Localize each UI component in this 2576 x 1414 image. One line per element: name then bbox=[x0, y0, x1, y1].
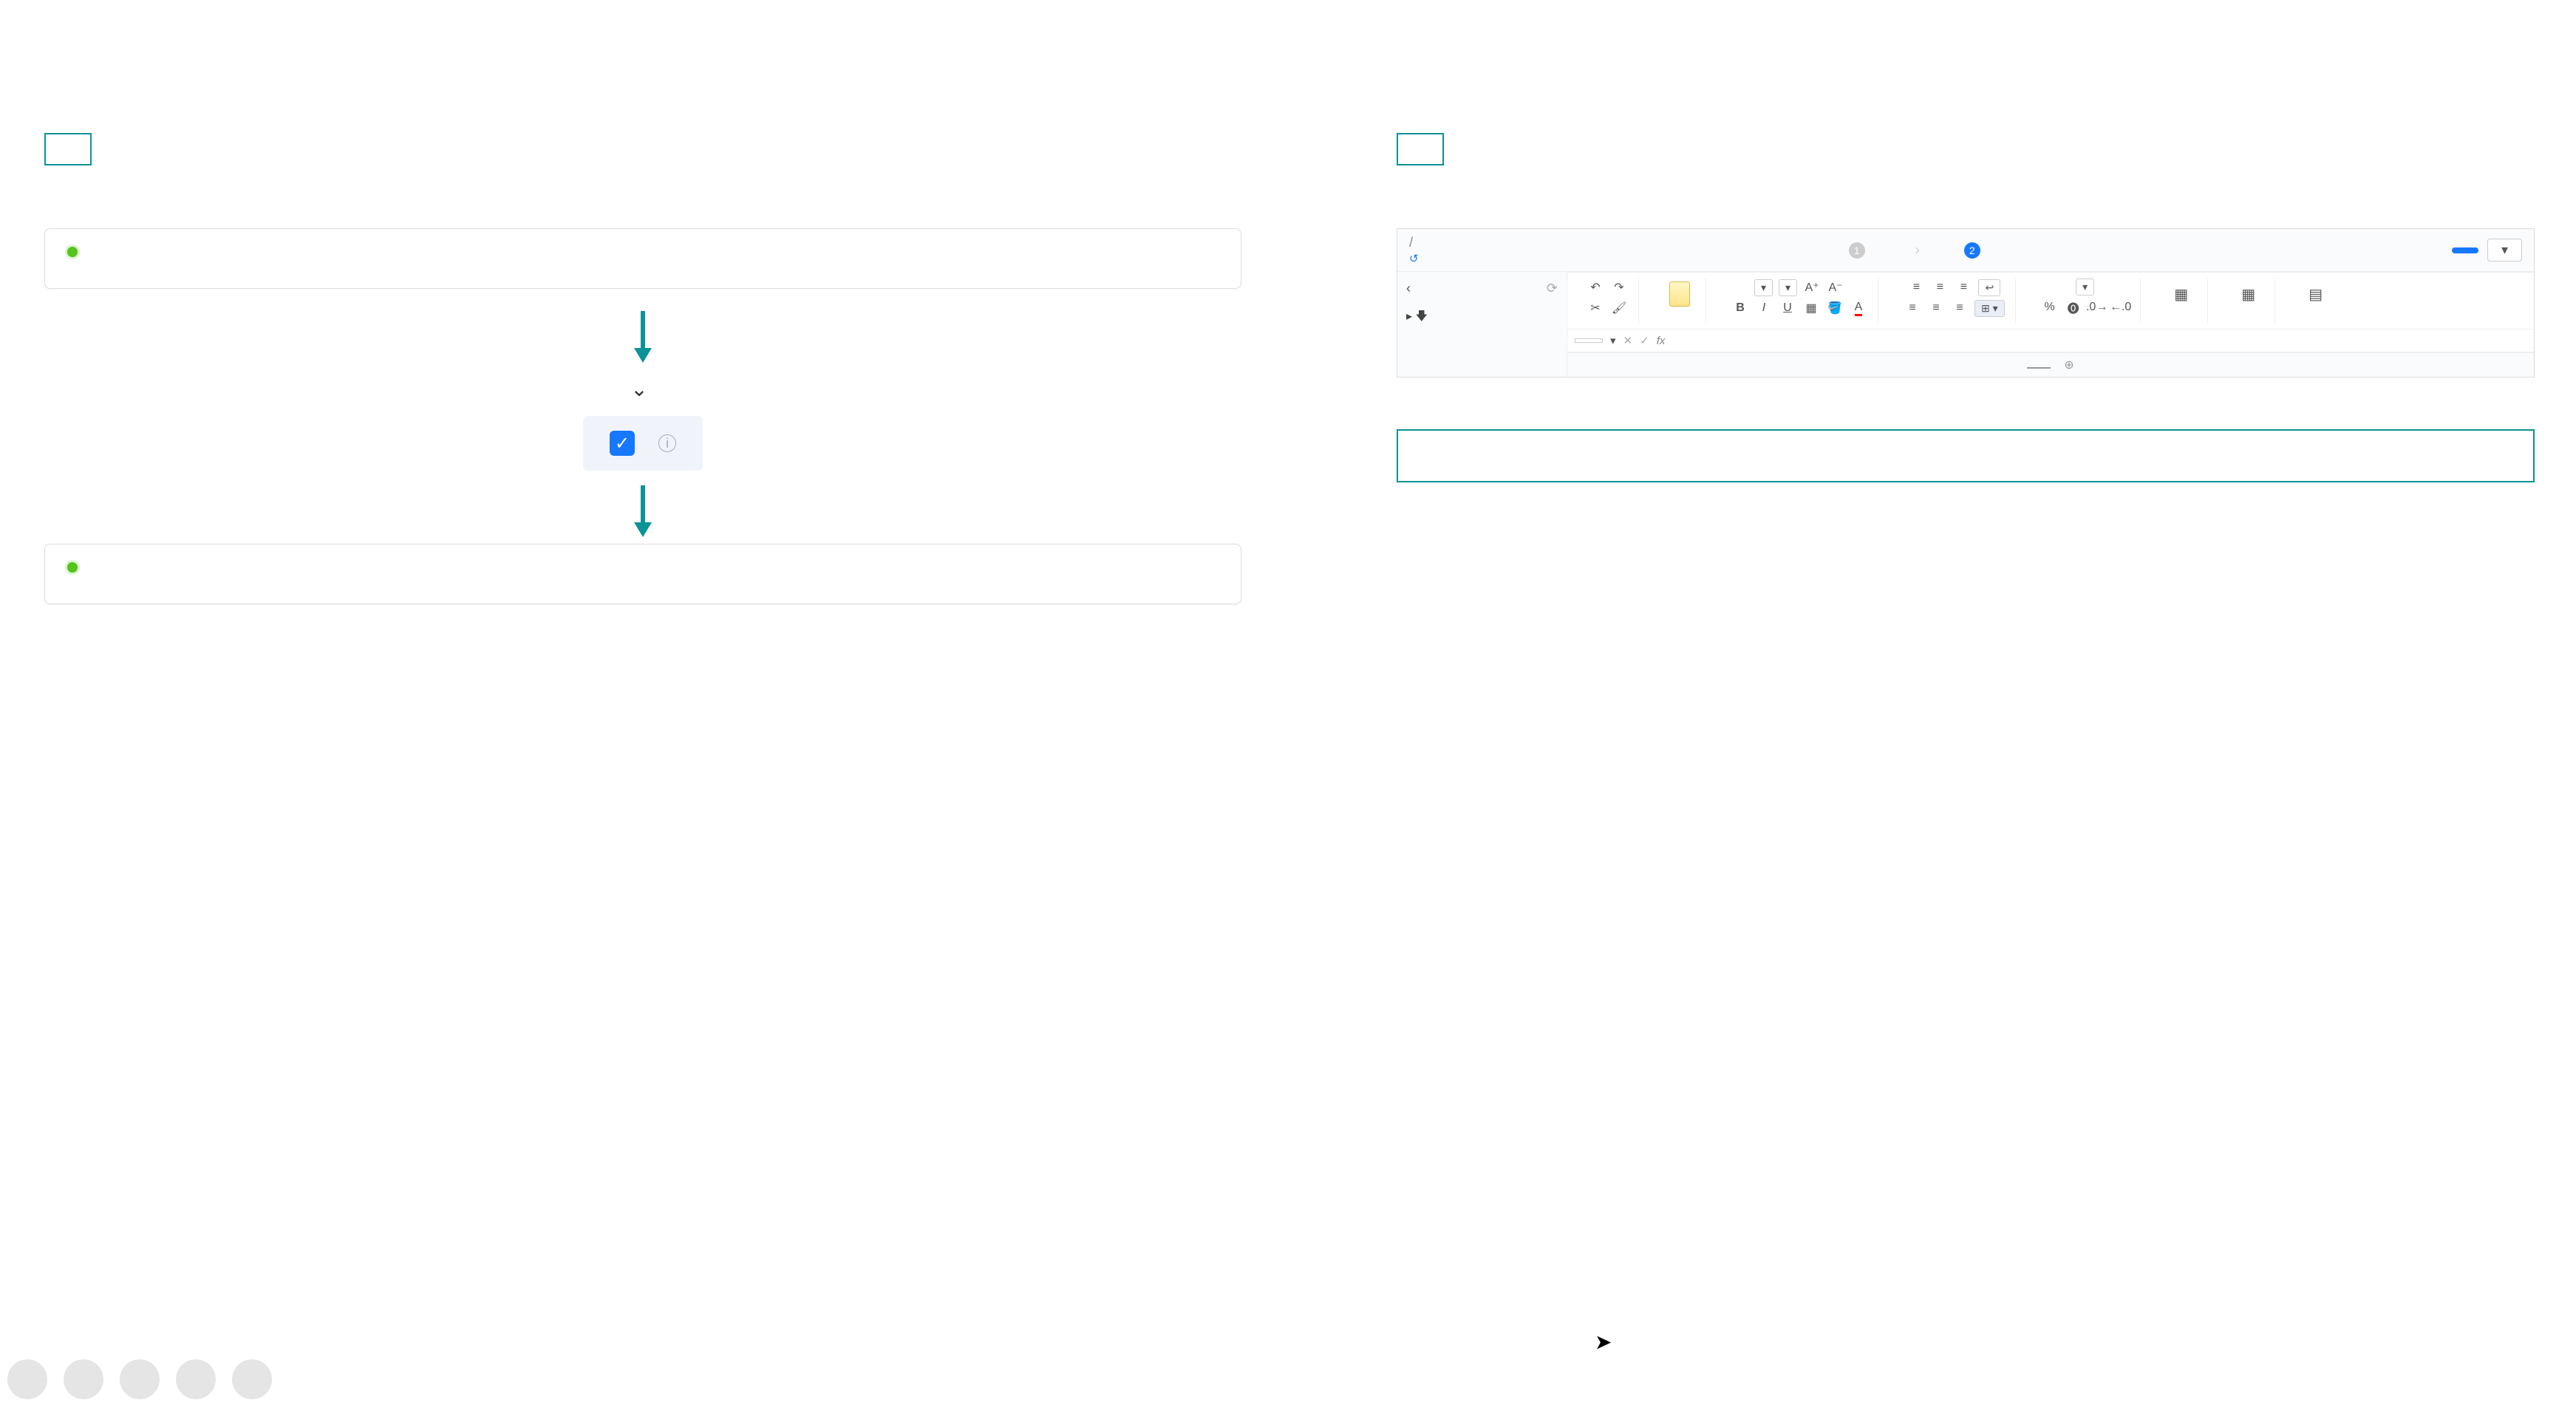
align-right-icon[interactable]: ≡ bbox=[1951, 299, 1969, 317]
fx-icon[interactable]: fx bbox=[1657, 335, 1666, 347]
cut-icon[interactable]: ✂ bbox=[1587, 299, 1604, 317]
step-data-prep[interactable]: 1 bbox=[1849, 242, 1871, 259]
left-panel: ⌄ ✓ i bbox=[44, 133, 1241, 626]
merge-button[interactable]: ⊞ ▾ bbox=[1974, 300, 2005, 317]
card-fill bbox=[44, 544, 1241, 604]
border-icon[interactable]: ▦ bbox=[1802, 299, 1820, 317]
bottom-toolbar bbox=[7, 1359, 321, 1399]
card-default bbox=[44, 228, 1241, 289]
preview-button[interactable] bbox=[2452, 247, 2478, 253]
align-bot-icon[interactable]: ≡ bbox=[1955, 279, 1972, 296]
editor-sidebar: ‹ ⟳ ▸ 🡇 bbox=[1397, 272, 1567, 377]
comma-icon[interactable]: 🄌 bbox=[2065, 298, 2082, 316]
card2-title bbox=[67, 562, 1219, 573]
right-title bbox=[1397, 133, 1444, 165]
play-button[interactable] bbox=[64, 1359, 103, 1399]
sidebar-title: ‹ ⟳ bbox=[1406, 281, 1558, 296]
bold-icon[interactable]: B bbox=[1731, 299, 1749, 317]
left-title bbox=[44, 133, 92, 165]
cancel-edit-button[interactable] bbox=[2416, 247, 2443, 253]
align-top-icon[interactable]: ≡ bbox=[1907, 279, 1925, 296]
fill-color-icon[interactable]: 🪣 bbox=[1826, 299, 1844, 317]
cell-ref[interactable] bbox=[1575, 338, 1603, 343]
dec-inc-icon[interactable]: .0→ bbox=[2088, 298, 2106, 316]
more-button[interactable] bbox=[232, 1359, 272, 1399]
prev-button[interactable] bbox=[7, 1359, 47, 1399]
cursor-icon: ➤ bbox=[1595, 1330, 1612, 1354]
editor-screenshot: / ↺ 1 › 2 ▾ ‹ ⟳ ▸ 🡇 bbox=[1397, 228, 2535, 378]
align-left-icon[interactable]: ≡ bbox=[1904, 299, 1921, 317]
confirm-formula-icon[interactable]: ✓ bbox=[1640, 334, 1649, 347]
style-button[interactable]: ▦ bbox=[2166, 279, 2197, 310]
paste-button[interactable] bbox=[1664, 279, 1695, 310]
card1-title bbox=[67, 247, 1219, 257]
tg-cell: ▦ bbox=[2223, 279, 2275, 323]
chevron-down-icon: ⌄ bbox=[630, 377, 647, 401]
text-color-icon[interactable]: A bbox=[1850, 299, 1867, 317]
format-painter-icon[interactable]: 🖌 bbox=[1610, 299, 1628, 317]
tg-edit: ↶ ↷ ✂ 🖌 bbox=[1576, 279, 1639, 323]
align-center-icon[interactable]: ≡ bbox=[1927, 299, 1945, 317]
save-button[interactable]: ▾ bbox=[2487, 239, 2522, 262]
other-box bbox=[1397, 429, 2535, 482]
align-mid-icon[interactable]: ≡ bbox=[1931, 279, 1949, 296]
dec-dec-icon[interactable]: ←.0 bbox=[2112, 298, 2130, 316]
camera-button[interactable] bbox=[176, 1359, 216, 1399]
wizard-steps: 1 › 2 bbox=[1431, 242, 2405, 259]
format-select[interactable]: ▾ bbox=[2076, 279, 2094, 296]
editor-header: / ↺ 1 › 2 ▾ bbox=[1397, 229, 2534, 272]
info-icon: i bbox=[658, 434, 676, 452]
sheet-tab[interactable] bbox=[2027, 361, 2051, 369]
tg-style: ▦ bbox=[2156, 279, 2208, 323]
check-icon: ✓ bbox=[610, 431, 635, 456]
formula-bar: ▾ ✕ ✓ fx bbox=[1567, 329, 2534, 352]
ribbon-toolbar: ↶ ↷ ✂ 🖌 ▾ ▾ A⁺ A⁻ bbox=[1567, 273, 2534, 329]
wrap-button[interactable]: ↩ bbox=[1978, 279, 2000, 296]
arrow-1 bbox=[44, 311, 1241, 369]
cancel-formula-icon[interactable]: ✕ bbox=[1623, 334, 1633, 347]
font-select[interactable]: ▾ bbox=[1754, 279, 1773, 296]
tg-number: ▾ % 🄌 .0→ ←.0 bbox=[2031, 279, 2141, 323]
pct-icon[interactable]: % bbox=[2041, 298, 2059, 316]
font-inc-icon[interactable]: A⁺ bbox=[1803, 279, 1821, 296]
tg-clipboard bbox=[1654, 279, 1706, 323]
right-panel: / ↺ 1 › 2 ▾ ‹ ⟳ ▸ 🡇 bbox=[1397, 133, 2535, 482]
pen-button[interactable] bbox=[120, 1359, 160, 1399]
add-sheet-button[interactable]: ⊕ bbox=[2064, 358, 2074, 372]
expand-toggle[interactable]: ⌄ bbox=[44, 377, 1241, 401]
redo-icon[interactable]: ↷ bbox=[1610, 279, 1628, 296]
underline-icon[interactable]: U bbox=[1779, 299, 1796, 317]
tg-edit2: ▤ bbox=[2290, 279, 2342, 323]
size-select[interactable]: ▾ bbox=[1779, 279, 1797, 296]
tg-font: ▾ ▾ A⁺ A⁻ B I U ▦ 🪣 A bbox=[1721, 279, 1878, 323]
cell-button[interactable]: ▦ bbox=[2233, 279, 2264, 310]
formula-input[interactable] bbox=[1672, 335, 2526, 347]
collapse-button[interactable] bbox=[288, 1363, 321, 1396]
italic-icon[interactable]: I bbox=[1755, 299, 1773, 317]
dropdown-icon[interactable]: ▾ bbox=[1610, 334, 1616, 347]
undo-icon[interactable]: ↶ bbox=[1587, 279, 1604, 296]
sheet-tabs: ⊕ bbox=[1567, 352, 2534, 377]
arrow-2 bbox=[44, 485, 1241, 544]
tg-align: ≡ ≡ ≡ ↩ ≡ ≡ ≡ ⊞ ▾ bbox=[1893, 279, 2016, 323]
step-template-edit[interactable]: 2 bbox=[1964, 242, 1986, 259]
tree-root[interactable]: ▸ 🡇 bbox=[1406, 304, 1558, 332]
breadcrumb: / ↺ bbox=[1409, 235, 1419, 265]
edit-button[interactable]: ▤ bbox=[2300, 279, 2331, 310]
checkbox-auto-fill[interactable]: ✓ i bbox=[583, 416, 703, 471]
font-dec-icon[interactable]: A⁻ bbox=[1827, 279, 1844, 296]
